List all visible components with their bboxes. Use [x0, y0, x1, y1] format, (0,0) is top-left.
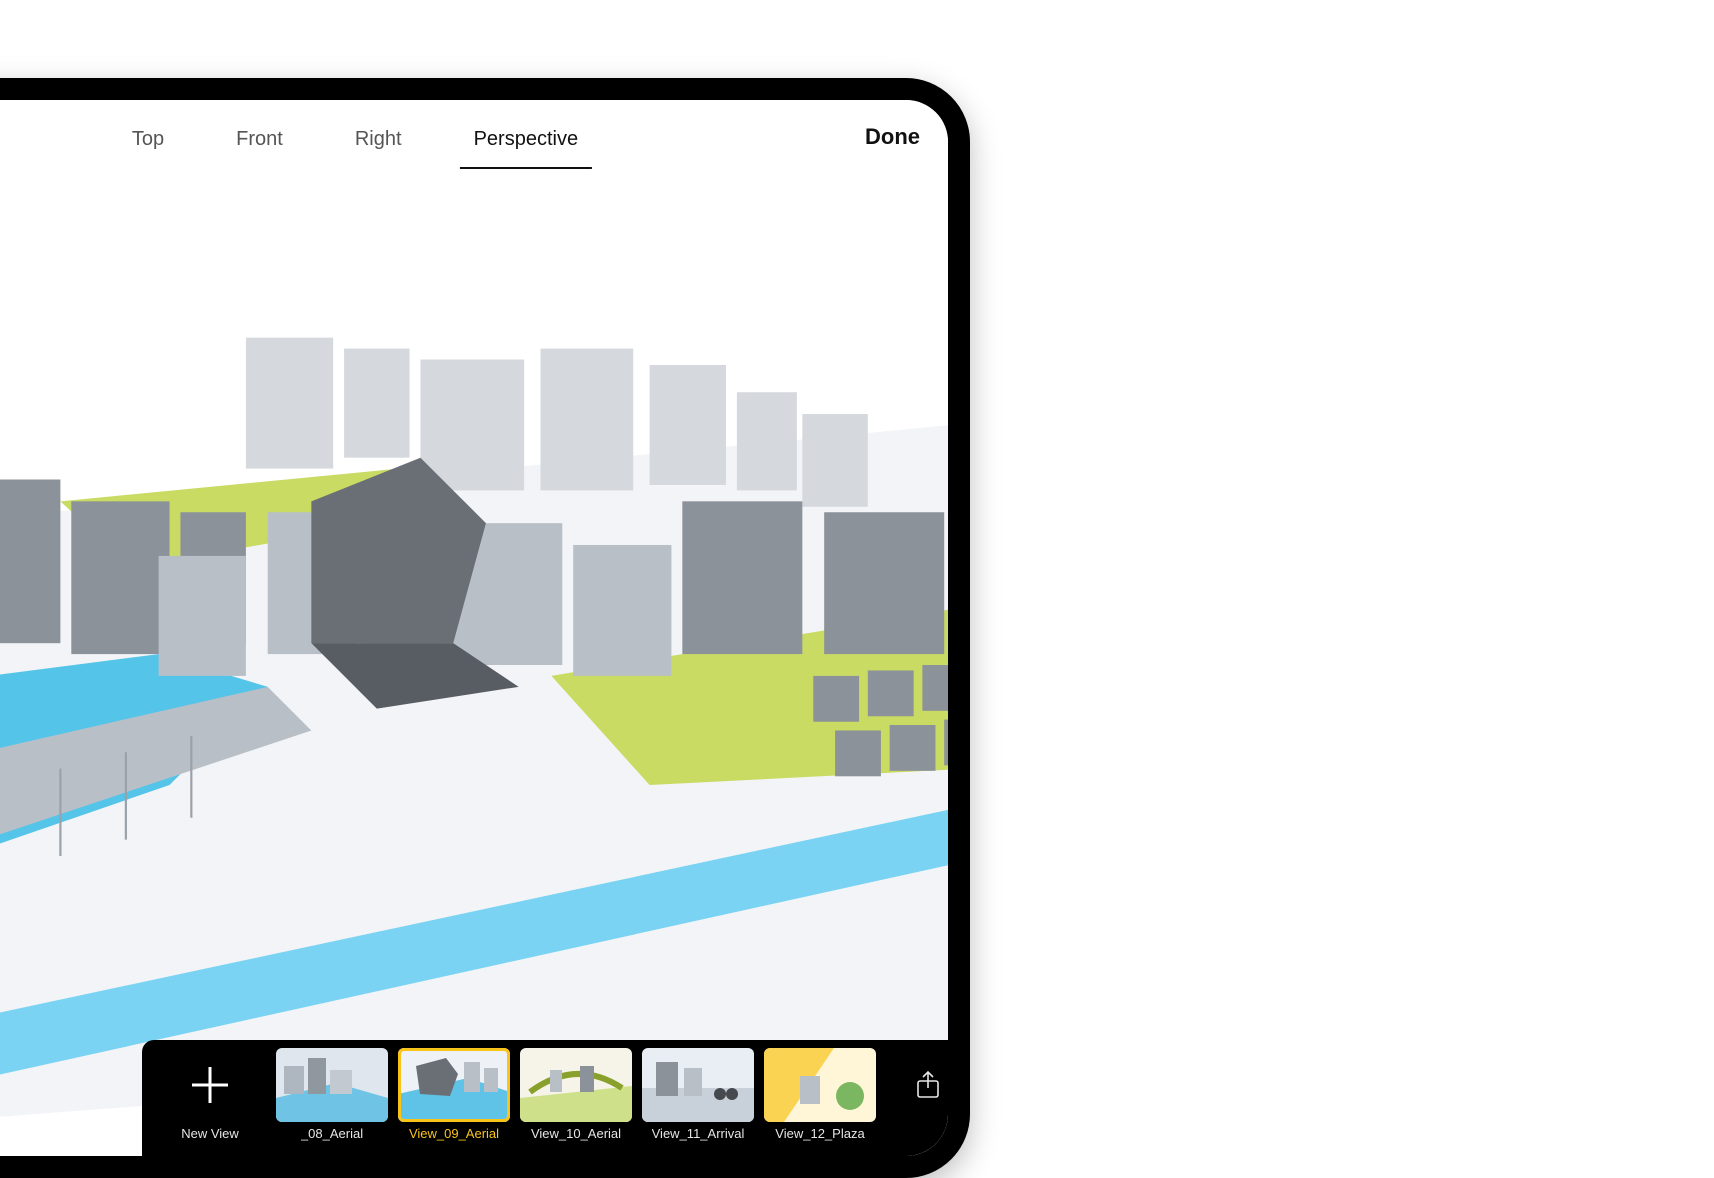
thumbnail-label: View_12_Plaza [775, 1126, 864, 1141]
share-icon [915, 1070, 941, 1100]
thumbnail-image [520, 1048, 632, 1122]
tab-right[interactable]: Right [347, 106, 410, 169]
top-bar: Top Front Right Perspective Done [0, 100, 948, 174]
city-model-illustration [0, 174, 948, 1156]
done-button[interactable]: Done [865, 100, 920, 174]
app-screen: Top Front Right Perspective Done [0, 100, 948, 1156]
share-button[interactable] [904, 1048, 952, 1122]
thumbnail-label: View_10_Aerial [531, 1126, 621, 1141]
view-tabs: Top Front Right Perspective [124, 100, 586, 174]
view-thumbnail[interactable]: View_12_Plaza [762, 1048, 878, 1141]
tablet-frame: Top Front Right Perspective Done [0, 78, 970, 1178]
view-thumbnail[interactable]: View_10_Aerial [518, 1048, 634, 1141]
thumbnail-image [276, 1048, 388, 1122]
thumbnail-image [642, 1048, 754, 1122]
thumbnail-image [398, 1048, 510, 1122]
tab-perspective[interactable]: Perspective [466, 106, 587, 169]
views-strip: New View _08_Aerial View_09_Aerial View_10… [142, 1040, 962, 1156]
thumbnail-label: View_11_Arrival [652, 1126, 745, 1141]
thumbnail-label: View_09_Aerial [409, 1126, 499, 1141]
model-viewport[interactable] [0, 174, 948, 1156]
view-thumbnail[interactable]: _08_Aerial [274, 1048, 390, 1141]
tab-top[interactable]: Top [124, 106, 172, 169]
thumbnail-image [764, 1048, 876, 1122]
thumbnail-label: _08_Aerial [301, 1126, 363, 1141]
view-thumbnail[interactable]: View_11_Arrival [640, 1048, 756, 1141]
new-view-button[interactable]: New View [152, 1048, 268, 1141]
view-thumbnail[interactable]: View_09_Aerial [396, 1048, 512, 1141]
new-view-label: New View [181, 1126, 239, 1141]
tab-front[interactable]: Front [228, 106, 291, 169]
plus-icon [186, 1061, 234, 1109]
